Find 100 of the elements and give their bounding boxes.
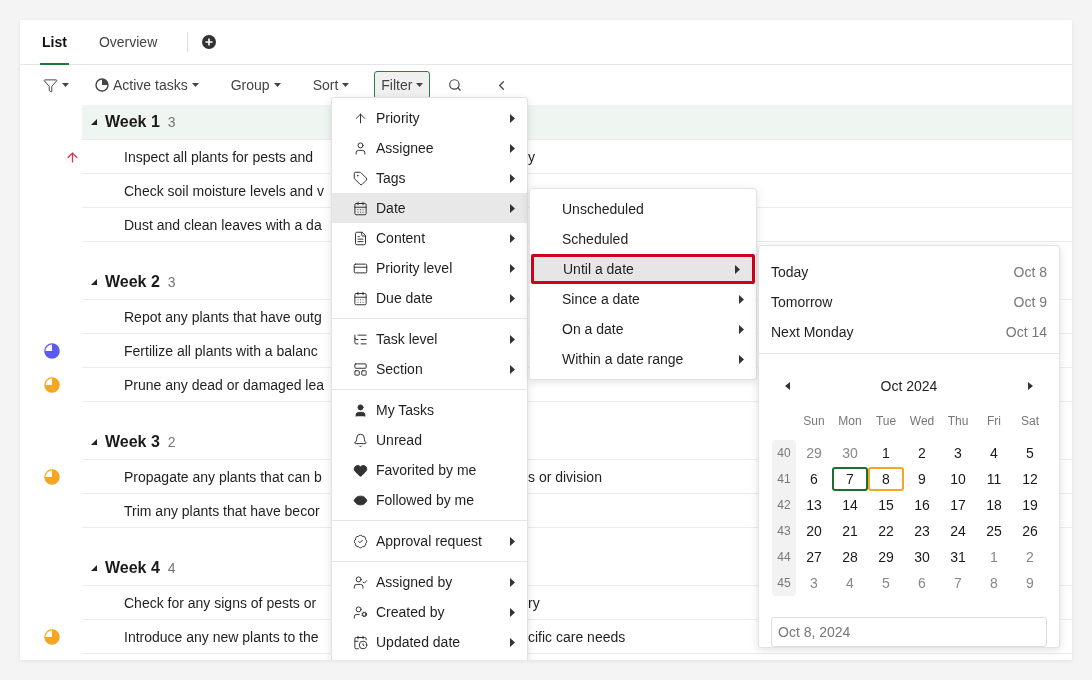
calendar-day[interactable]: 16 <box>904 492 940 517</box>
collapse-triangle-icon[interactable] <box>91 439 97 445</box>
calendar-day[interactable]: 18 <box>976 492 1012 517</box>
calendar-day[interactable]: 5 <box>1012 440 1048 465</box>
menu-item[interactable]: Content <box>332 223 527 253</box>
calendar-day[interactable]: 21 <box>832 518 868 543</box>
tab[interactable]: List <box>40 20 69 65</box>
calendar-day[interactable]: 31 <box>940 544 976 569</box>
calendar-day[interactable]: 30 <box>904 544 940 569</box>
toolbar-dropdown[interactable]: Group <box>223 71 288 99</box>
menu-item[interactable]: Section <box>332 354 527 384</box>
toolbar-dropdown[interactable]: Filter <box>374 71 431 99</box>
calendar-day[interactable]: 19 <box>1012 492 1048 517</box>
menu-item[interactable]: Priority level <box>332 253 527 283</box>
menu-item[interactable]: Priority <box>332 103 527 133</box>
calendar-day[interactable]: 10 <box>940 466 976 491</box>
menu-item[interactable]: On a date <box>530 314 756 344</box>
collapse-triangle-icon[interactable] <box>91 279 97 285</box>
calendar-day[interactable]: 28 <box>832 544 868 569</box>
caret-right-icon <box>510 233 515 243</box>
calendar-day[interactable]: 2 <box>1012 544 1048 569</box>
task-title[interactable]: Introduce any new plants to the <box>124 628 319 645</box>
menu-item[interactable]: My Tasks <box>332 395 527 425</box>
task-title[interactable]: Repot any plants that have outg <box>124 308 322 325</box>
date-shortcut[interactable]: Next Monday Oct 14 <box>771 317 1047 347</box>
task-title[interactable]: Dust and clean leaves with a da <box>124 216 322 233</box>
menu-item[interactable]: Created by <box>332 597 527 627</box>
calendar-day[interactable]: 5 <box>868 570 904 595</box>
calendar-day[interactable]: 14 <box>832 492 868 517</box>
calendar-day[interactable]: 24 <box>940 518 976 543</box>
search-icon[interactable] <box>448 78 463 92</box>
toolbar-dropdown[interactable]: Sort <box>305 71 357 99</box>
calendar-day[interactable]: 6 <box>796 466 832 491</box>
view-dropdown[interactable]: Active tasks <box>88 71 206 99</box>
date-shortcut[interactable]: Tomorrow Oct 9 <box>771 287 1047 317</box>
menu-item[interactable]: Scheduled <box>530 224 756 254</box>
task-title[interactable]: Inspect all plants for pests and <box>124 148 314 165</box>
tab[interactable]: Overview <box>96 20 160 65</box>
menu-item[interactable]: Due date <box>332 283 527 313</box>
calendar-day[interactable]: 1 <box>976 544 1012 569</box>
task-title[interactable]: Trim any plants that have becor <box>124 502 320 519</box>
calendar-day[interactable]: 4 <box>832 570 868 595</box>
menu-item[interactable]: Since a date <box>530 284 756 314</box>
calendar-day[interactable]: 3 <box>796 570 832 595</box>
task-title-end: s or division <box>528 468 602 485</box>
menu-item[interactable]: Task level <box>332 324 527 354</box>
menu-item[interactable]: Approval request <box>332 526 527 556</box>
calendar-day[interactable]: 8 <box>868 466 904 491</box>
calendar-day[interactable]: 1 <box>868 440 904 465</box>
task-title[interactable]: Prune any dead or damaged lea <box>124 376 325 393</box>
collapse-triangle-icon[interactable] <box>91 119 97 125</box>
calendar-day[interactable]: 8 <box>976 570 1012 595</box>
next-month-icon[interactable] <box>1028 381 1033 390</box>
calendar-day[interactable]: 7 <box>940 570 976 595</box>
calendar-day[interactable]: 11 <box>976 466 1012 491</box>
menu-item[interactable]: Until a date <box>531 254 755 284</box>
menu-item[interactable]: Unscheduled <box>530 194 756 224</box>
menu-item[interactable]: Date <box>332 193 527 223</box>
calendar-day[interactable]: 29 <box>796 440 832 465</box>
calendar-day[interactable]: 3 <box>940 440 976 465</box>
menu-item[interactable]: Followed by me <box>332 485 527 515</box>
task-title[interactable]: Propagate any plants that can b <box>124 468 322 485</box>
calendar-day[interactable]: 2 <box>904 440 940 465</box>
calendar-day[interactable]: 9 <box>904 466 940 491</box>
calendar-day[interactable]: 9 <box>1012 570 1048 595</box>
menu-item[interactable]: Updated date <box>332 627 527 657</box>
task-title[interactable]: Check for any signs of pests or <box>124 594 317 611</box>
calendar-day[interactable]: 17 <box>940 492 976 517</box>
collapse-triangle-icon[interactable] <box>91 565 97 571</box>
date-input[interactable]: Oct 8, 2024 <box>771 616 1047 647</box>
calendar-day[interactable]: 29 <box>868 544 904 569</box>
menu-item[interactable]: Assignee <box>332 133 527 163</box>
calendar-day[interactable]: 12 <box>1012 466 1048 491</box>
task-title[interactable]: Check soil moisture levels and v <box>124 182 324 199</box>
heart-icon <box>353 462 368 478</box>
badge-check-icon <box>353 533 368 549</box>
calendar-day[interactable]: 6 <box>904 570 940 595</box>
calendar-day[interactable]: 13 <box>796 492 832 517</box>
date-shortcut[interactable]: Today Oct 8 <box>771 257 1047 287</box>
caret-right-icon <box>510 334 515 344</box>
caret-right-icon <box>510 143 515 153</box>
menu-item[interactable]: Within a date range <box>530 344 756 374</box>
calendar-day[interactable]: 15 <box>868 492 904 517</box>
caret-right-icon <box>510 607 515 617</box>
calendar-day[interactable]: 25 <box>976 518 1012 543</box>
calendar-clock-icon <box>353 634 368 650</box>
previous-month-icon[interactable] <box>785 381 790 390</box>
calendar-day[interactable]: 30 <box>832 440 868 465</box>
menu-item[interactable]: Unread <box>332 425 527 455</box>
calendar-day[interactable]: 20 <box>796 518 832 543</box>
calendar-day[interactable]: 22 <box>868 518 904 543</box>
menu-item[interactable]: Favorited by me <box>332 455 527 485</box>
task-title[interactable]: Fertilize all plants with a balanc <box>124 342 318 359</box>
calendar-day[interactable]: 4 <box>976 440 1012 465</box>
calendar-day[interactable]: 23 <box>904 518 940 543</box>
menu-item[interactable]: Tags <box>332 163 527 193</box>
calendar-day[interactable]: 7 <box>832 466 868 491</box>
calendar-day[interactable]: 26 <box>1012 518 1048 543</box>
calendar-day[interactable]: 27 <box>796 544 832 569</box>
menu-item[interactable]: Assigned by <box>332 567 527 597</box>
